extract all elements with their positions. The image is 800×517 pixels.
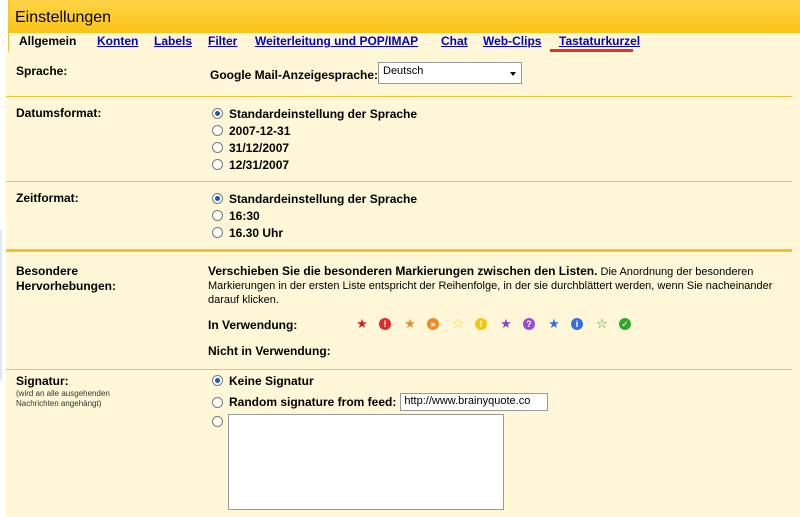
in-use-icons: ★ ! ★ » ☆ ! ★ ? ★ i ☆ ✓ [355, 316, 643, 332]
highlights-label-line2: Hervorhebungen: [16, 279, 117, 293]
radio-button[interactable] [212, 142, 223, 153]
time-format-label: Zeitformat: [16, 191, 79, 205]
signature-sublabel: (wird an alle ausgehenden Nachrichten an… [16, 389, 110, 408]
signature-option-feed[interactable]: Random signature from feed: http://www.b… [212, 391, 549, 413]
language-select[interactable]: Deutsch [378, 62, 522, 84]
orange-star-icon[interactable]: ★ [403, 317, 417, 331]
date-option-label: Standardeinstellung der Sprache [229, 106, 418, 121]
signature-option-feed-label: Random signature from feed: [229, 395, 397, 409]
in-use-label: In Verwendung: [208, 317, 298, 332]
language-select-value: Deutsch [383, 65, 424, 77]
time-option-label: 16.30 Uhr [229, 225, 284, 240]
signature-option-custom[interactable] [212, 413, 229, 430]
highlights-label-line1: Besondere [16, 264, 79, 278]
purple-star-icon[interactable]: ★ [499, 317, 513, 331]
red-star-icon[interactable]: ★ [355, 317, 369, 331]
time-option-label: 16:30 [229, 208, 260, 223]
radio-button[interactable] [212, 210, 223, 221]
red-bang-icon[interactable]: ! [379, 318, 391, 330]
signature-option-none[interactable]: Keine Signatur [212, 372, 314, 389]
date-option-1[interactable]: 2007-12-31 [212, 122, 290, 139]
date-option-0[interactable]: Standardeinstellung der Sprache [212, 105, 417, 122]
signature-label: Signatur: [16, 374, 69, 388]
tab-weiterleitung[interactable]: Weiterleitung und POP/IMAP [255, 33, 418, 51]
tab-web-clips[interactable]: Web-Clips [483, 33, 541, 51]
purple-question-icon[interactable]: ? [523, 318, 535, 330]
tab-allgemein[interactable]: Allgemein [15, 33, 81, 51]
tab-labels[interactable]: Labels [154, 33, 192, 51]
yellow-bang-icon[interactable]: ! [475, 318, 487, 330]
radio-button[interactable] [212, 227, 223, 238]
signature-option-none-label: Keine Signatur [229, 373, 314, 388]
green-check-icon[interactable]: ✓ [619, 318, 631, 330]
feed-url-input[interactable]: http://www.brainyquote.co [400, 393, 549, 411]
orange-guillemet-icon[interactable]: » [427, 318, 439, 330]
radio-button[interactable] [212, 416, 223, 427]
green-star-icon[interactable]: ☆ [595, 317, 609, 331]
radio-button[interactable] [212, 108, 223, 119]
date-option-label: 31/12/2007 [229, 140, 290, 155]
date-option-label: 12/31/2007 [229, 157, 290, 172]
chevron-down-icon [510, 72, 516, 76]
radio-button[interactable] [212, 193, 223, 204]
left-edge-strip [0, 230, 2, 380]
language-label: Sprache: [16, 64, 68, 78]
date-option-3[interactable]: 12/31/2007 [212, 156, 289, 173]
radio-button[interactable] [212, 396, 223, 408]
page-title: Einstellungen [15, 9, 112, 26]
time-option-2[interactable]: 16.30 Uhr [212, 224, 283, 241]
tab-konten[interactable]: Konten [97, 33, 138, 51]
time-option-1[interactable]: 16:30 [212, 207, 260, 224]
highlights-description: Verschieben Sie die besonderen Markierun… [208, 264, 783, 307]
date-option-2[interactable]: 31/12/2007 [212, 139, 289, 156]
highlights-desc-bold: Verschieben Sie die besonderen Markierun… [208, 264, 598, 278]
title-bar: Einstellungen [9, 0, 800, 33]
blue-star-icon[interactable]: ★ [547, 317, 561, 331]
blue-info-icon[interactable]: i [571, 318, 583, 330]
tab-filter[interactable]: Filter [208, 33, 237, 51]
settings-tabs: Allgemein Konten Labels Filter Weiterlei… [9, 33, 800, 51]
language-field-label: Google Mail-Anzeigesprache: [210, 67, 379, 82]
yellow-star-icon[interactable]: ☆ [451, 317, 465, 331]
radio-button[interactable] [212, 375, 223, 386]
time-option-label: Standardeinstellung der Sprache [229, 191, 418, 206]
signature-textarea[interactable] [228, 414, 504, 510]
tab-chat[interactable]: Chat [441, 33, 468, 51]
date-option-label: 2007-12-31 [229, 123, 291, 138]
not-in-use-label: Nicht in Verwendung: [208, 343, 331, 358]
time-option-0[interactable]: Standardeinstellung der Sprache [212, 190, 417, 207]
date-format-label: Datumsformat: [16, 106, 102, 120]
radio-button[interactable] [212, 125, 223, 136]
radio-button[interactable] [212, 159, 223, 170]
